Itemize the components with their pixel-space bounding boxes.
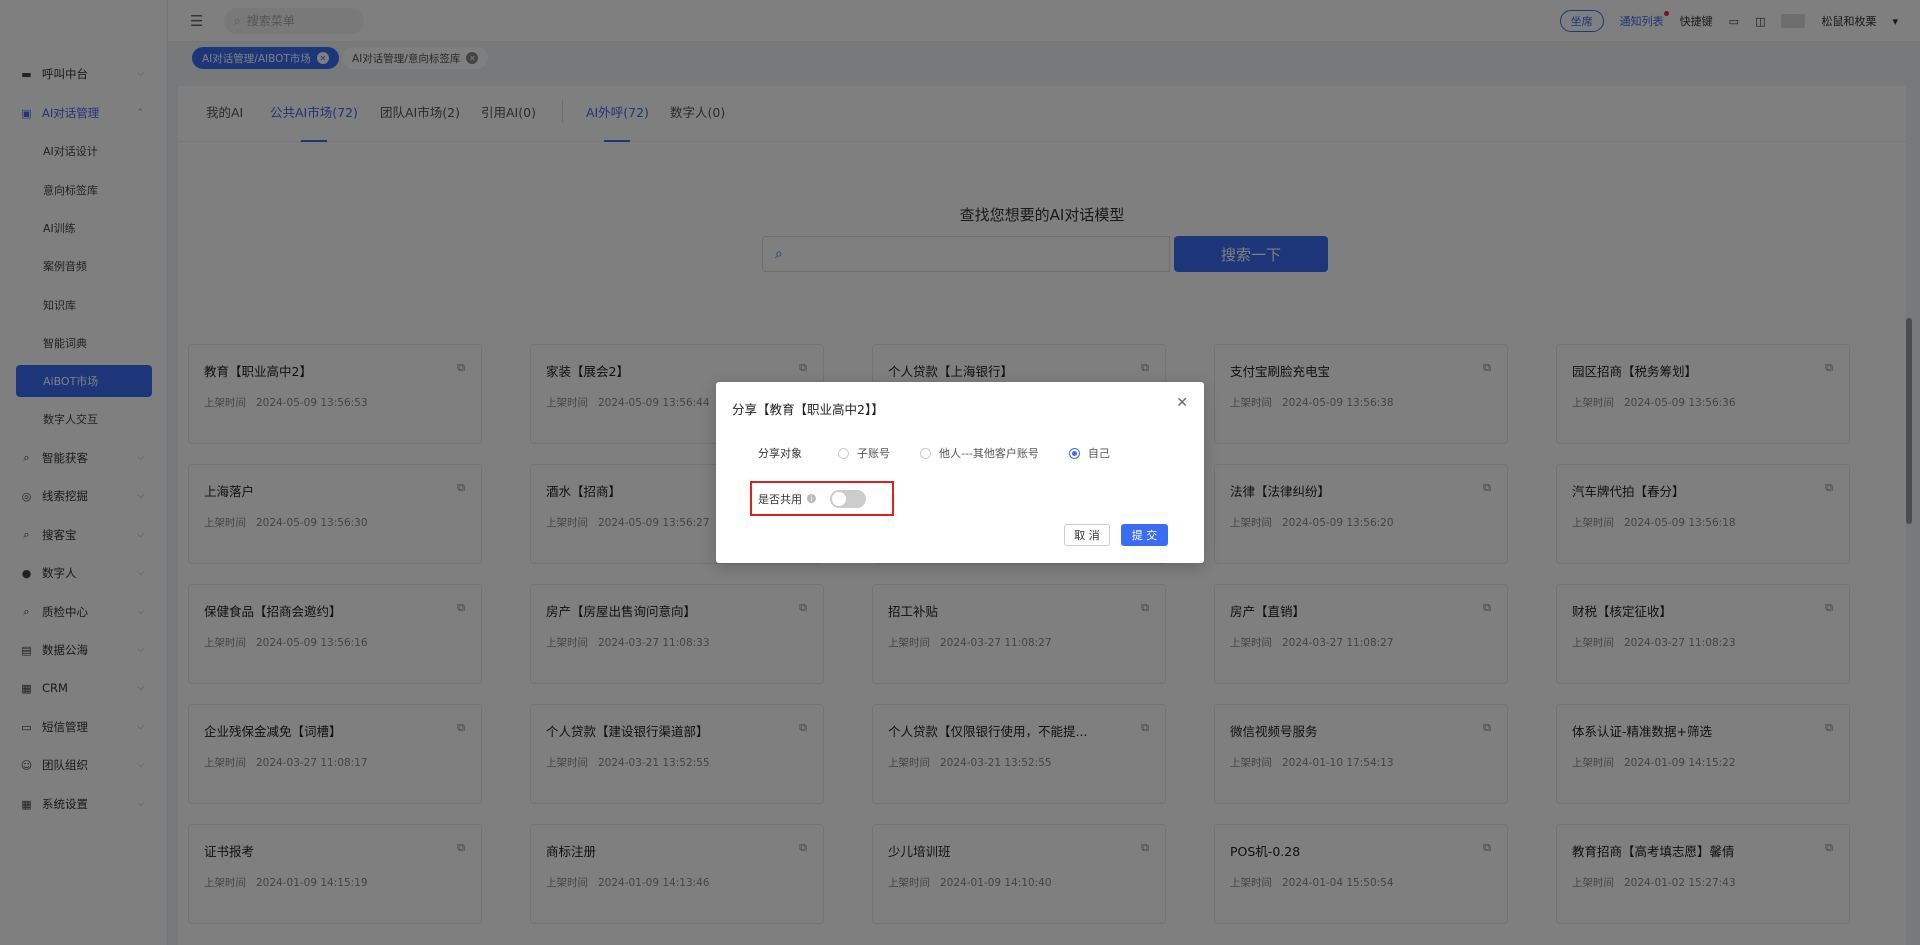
share-dialog: 分享【教育【职业高中2】】 ✕ 分享对象 子账号 他人---其他客户账号 自己 … (716, 382, 1204, 563)
share-target-label: 分享对象 (758, 447, 802, 460)
radio-label: 自己 (1087, 447, 1110, 460)
share-toggle-switch[interactable] (830, 489, 866, 508)
submit-button[interactable]: 提 交 (1121, 524, 1168, 546)
close-icon[interactable]: ✕ (1176, 395, 1188, 411)
radio-label: 子账号 (857, 447, 890, 460)
radio-other-account[interactable]: 他人---其他客户账号 (920, 445, 1039, 461)
share-target-row: 分享对象 子账号 他人---其他客户账号 自己 (758, 445, 1140, 461)
radio-circle (920, 447, 931, 459)
info-icon[interactable]: i (807, 494, 816, 503)
radio-circle (838, 447, 849, 459)
dialog-title: 分享【教育【职业高中2】】 (732, 402, 884, 417)
radio-label: 他人---其他客户账号 (939, 447, 1039, 460)
cancel-button[interactable]: 取 消 (1064, 524, 1110, 546)
radio-self[interactable]: 自己 (1068, 445, 1110, 461)
radio-circle (1068, 447, 1080, 459)
share-toggle-row: 是否共用 i (750, 481, 894, 516)
radio-sub-account[interactable]: 子账号 (838, 445, 890, 461)
share-toggle-label: 是否共用 (758, 492, 802, 506)
